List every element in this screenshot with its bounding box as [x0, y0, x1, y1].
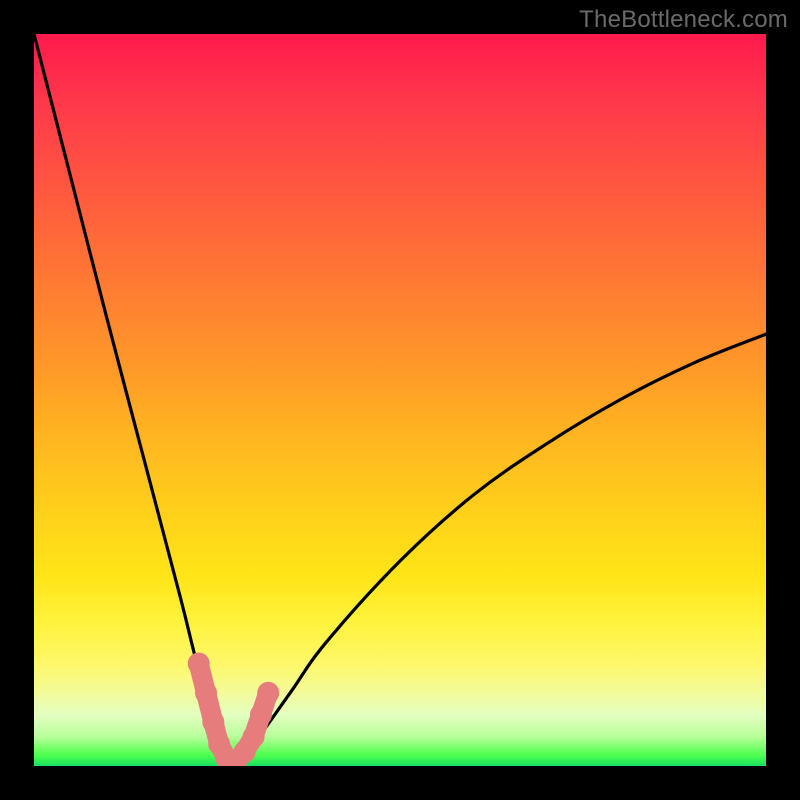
curve-marker: [202, 711, 224, 733]
curve-marker: [188, 653, 210, 675]
outer-frame: TheBottleneck.com: [0, 0, 800, 800]
curve-marker: [195, 682, 217, 704]
curve-marker: [250, 704, 272, 726]
watermark-text: TheBottleneck.com: [579, 6, 788, 34]
curve-marker: [243, 726, 265, 748]
chart-svg: [34, 34, 766, 766]
plot-area: [34, 34, 766, 766]
bottleneck-curve: [34, 34, 766, 766]
marker-group: [188, 653, 280, 766]
curve-marker: [257, 682, 279, 704]
